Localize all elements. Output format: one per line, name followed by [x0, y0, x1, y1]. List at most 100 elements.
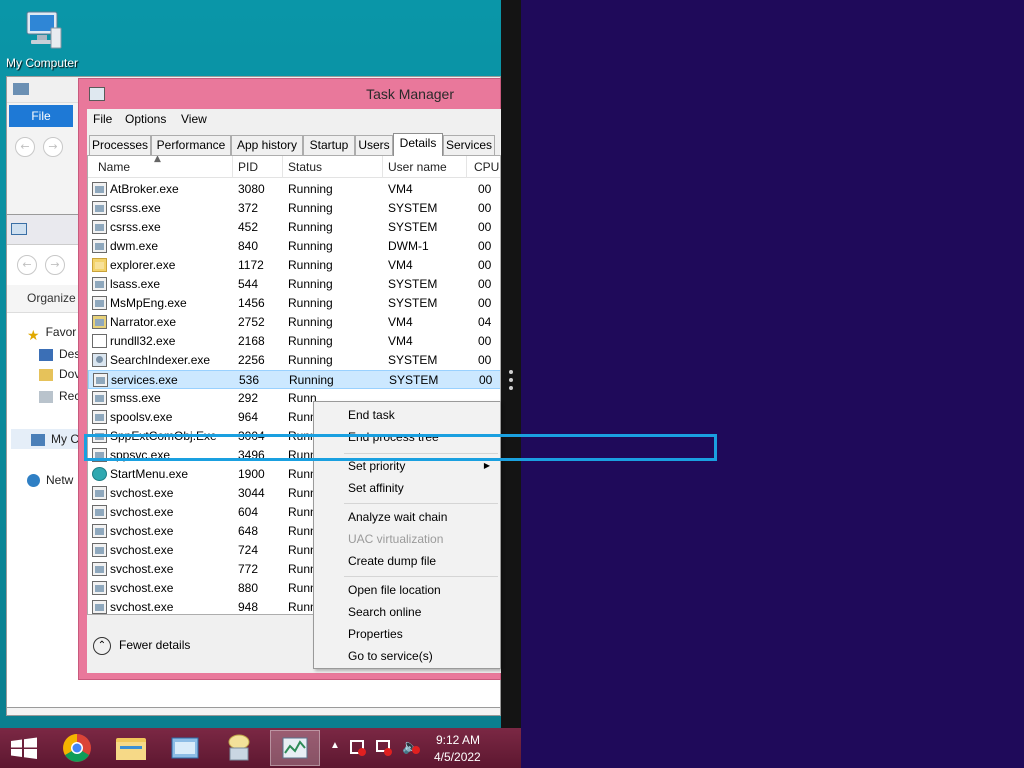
- narrator-taskbar-button[interactable]: [214, 730, 264, 766]
- process-pid: 3080: [238, 182, 265, 196]
- menu-item-go-to-services[interactable]: Go to service(s): [348, 649, 433, 663]
- tab-app-history[interactable]: App history: [231, 135, 303, 155]
- column-pid[interactable]: PID: [238, 160, 258, 174]
- process-name: lsass.exe: [110, 277, 161, 291]
- nav-recent[interactable]: Rec: [39, 389, 80, 403]
- task-manager-titlebar[interactable]: Task Manager: [79, 79, 500, 109]
- table-row[interactable]: services.exe 536 Running SYSTEM 00: [88, 370, 500, 389]
- chrome-taskbar-button[interactable]: [52, 730, 102, 766]
- forward-button[interactable]: →: [43, 137, 63, 157]
- file-tab[interactable]: File: [9, 105, 73, 127]
- process-pid: 648: [238, 524, 259, 538]
- tab-performance[interactable]: Performance: [151, 135, 231, 155]
- process-name: csrss.exe: [110, 201, 161, 215]
- process-status: Running: [288, 258, 333, 272]
- fewer-details-button[interactable]: ⌃ Fewer details: [93, 637, 190, 655]
- tab-services[interactable]: Services: [443, 135, 495, 155]
- nav-desktop[interactable]: Des: [39, 347, 80, 361]
- person-icon: [92, 353, 107, 367]
- application-icon: [92, 562, 107, 576]
- process-status: Running: [288, 220, 333, 234]
- downloads-icon: [39, 368, 53, 381]
- process-pid: 2168: [238, 334, 265, 348]
- my-computer-shortcut[interactable]: My Computer: [4, 8, 80, 70]
- process-pid: 3044: [238, 486, 265, 500]
- process-pid: 544: [238, 277, 259, 291]
- menu-item-open-file-location[interactable]: Open file location: [348, 583, 441, 597]
- file-explorer-taskbar-button[interactable]: [106, 730, 156, 766]
- process-user: SYSTEM: [388, 353, 438, 367]
- organize-button[interactable]: Organize: [27, 291, 76, 305]
- menu-item-set-priority[interactable]: Set priority: [348, 459, 405, 473]
- process-name: SppExtComObj.Exe: [110, 429, 217, 443]
- menu-item-analyze-wait-chain[interactable]: Analyze wait chain: [348, 510, 447, 524]
- column-name[interactable]: Name: [98, 160, 130, 174]
- process-name: svchost.exe: [110, 581, 174, 595]
- process-pid: 536: [239, 373, 260, 387]
- network-icon: [27, 474, 40, 488]
- column-user-name[interactable]: User name: [388, 160, 447, 174]
- column-divider[interactable]: [466, 156, 467, 178]
- process-pid: 2752: [238, 315, 265, 329]
- table-row[interactable]: explorer.exe 1172 Running VM4 00: [88, 256, 500, 275]
- context-menu[interactable]: End task End process tree Set priority ▶…: [313, 401, 501, 669]
- task-manager-icon: [282, 737, 308, 759]
- table-row[interactable]: MsMpEng.exe 1456 Running SYSTEM 00: [88, 294, 500, 313]
- menu-item-create-dump-file[interactable]: Create dump file: [348, 554, 436, 568]
- menu-item-properties[interactable]: Properties: [348, 627, 403, 641]
- menu-item-end-task[interactable]: End task: [348, 408, 395, 422]
- menu-item-search-online[interactable]: Search online: [348, 605, 421, 619]
- explorer-window-taskbar-button[interactable]: [160, 730, 210, 766]
- tab-users[interactable]: Users: [355, 135, 393, 155]
- clock-date[interactable]: 4/5/2022: [434, 750, 481, 764]
- nav-favorites[interactable]: ★ Favor: [27, 325, 76, 343]
- snap-splitter[interactable]: [501, 0, 521, 728]
- tab-details[interactable]: Details: [393, 133, 443, 156]
- process-status: Running: [288, 182, 333, 196]
- table-row[interactable]: csrss.exe 372 Running SYSTEM 00: [88, 199, 500, 218]
- show-hidden-icons-icon[interactable]: ▲: [330, 740, 340, 751]
- start-button[interactable]: [0, 728, 48, 768]
- process-pid: 840: [238, 239, 259, 253]
- folder-icon: [13, 83, 29, 95]
- process-user: SYSTEM: [389, 373, 439, 387]
- application-icon: [92, 486, 107, 500]
- table-row[interactable]: csrss.exe 452 Running SYSTEM 00: [88, 218, 500, 237]
- menu-item-end-process-tree[interactable]: End process tree: [348, 430, 439, 444]
- column-divider[interactable]: [282, 156, 283, 178]
- system-tray: ▲ 🔈 9:12 AM 4/5/2022: [326, 728, 521, 768]
- column-cpu[interactable]: CPU: [474, 160, 499, 174]
- table-row[interactable]: Narrator.exe 2752 Running VM4 04: [88, 313, 500, 332]
- table-row[interactable]: rundll32.exe 2168 Running VM4 00: [88, 332, 500, 351]
- column-status[interactable]: Status: [288, 160, 322, 174]
- nav-network[interactable]: Netw: [27, 473, 73, 488]
- table-row[interactable]: dwm.exe 840 Running DWM-1 00: [88, 237, 500, 256]
- table-row[interactable]: lsass.exe 544 Running SYSTEM 00: [88, 275, 500, 294]
- column-divider[interactable]: [382, 156, 383, 178]
- table-row[interactable]: SearchIndexer.exe 2256 Running SYSTEM 00: [88, 351, 500, 370]
- table-row[interactable]: AtBroker.exe 3080 Running VM4 00: [88, 180, 500, 199]
- process-user: SYSTEM: [388, 201, 438, 215]
- process-name: svchost.exe: [110, 486, 174, 500]
- process-name: SearchIndexer.exe: [110, 353, 211, 367]
- my-computer-label: My Computer: [5, 56, 79, 70]
- menu-view[interactable]: View: [181, 112, 207, 126]
- clock-time[interactable]: 9:12 AM: [436, 733, 480, 747]
- back-button[interactable]: ←: [17, 255, 37, 275]
- tab-startup[interactable]: Startup: [303, 135, 355, 155]
- application-icon: [92, 448, 107, 462]
- application-icon: [92, 581, 107, 595]
- back-button[interactable]: ←: [15, 137, 35, 157]
- process-status: Running: [288, 201, 333, 215]
- menu-options[interactable]: Options: [125, 112, 166, 126]
- tab-processes[interactable]: Processes: [89, 135, 151, 155]
- process-pid: 292: [238, 391, 259, 405]
- action-center-alert-icon: [358, 748, 366, 756]
- task-manager-taskbar-button[interactable]: [270, 730, 320, 766]
- column-divider[interactable]: [232, 156, 233, 178]
- menu-item-set-affinity[interactable]: Set affinity: [348, 481, 404, 495]
- process-pid: 372: [238, 201, 259, 215]
- menu-file[interactable]: File: [93, 112, 112, 126]
- forward-button[interactable]: →: [45, 255, 65, 275]
- nav-downloads[interactable]: Dov: [39, 367, 80, 381]
